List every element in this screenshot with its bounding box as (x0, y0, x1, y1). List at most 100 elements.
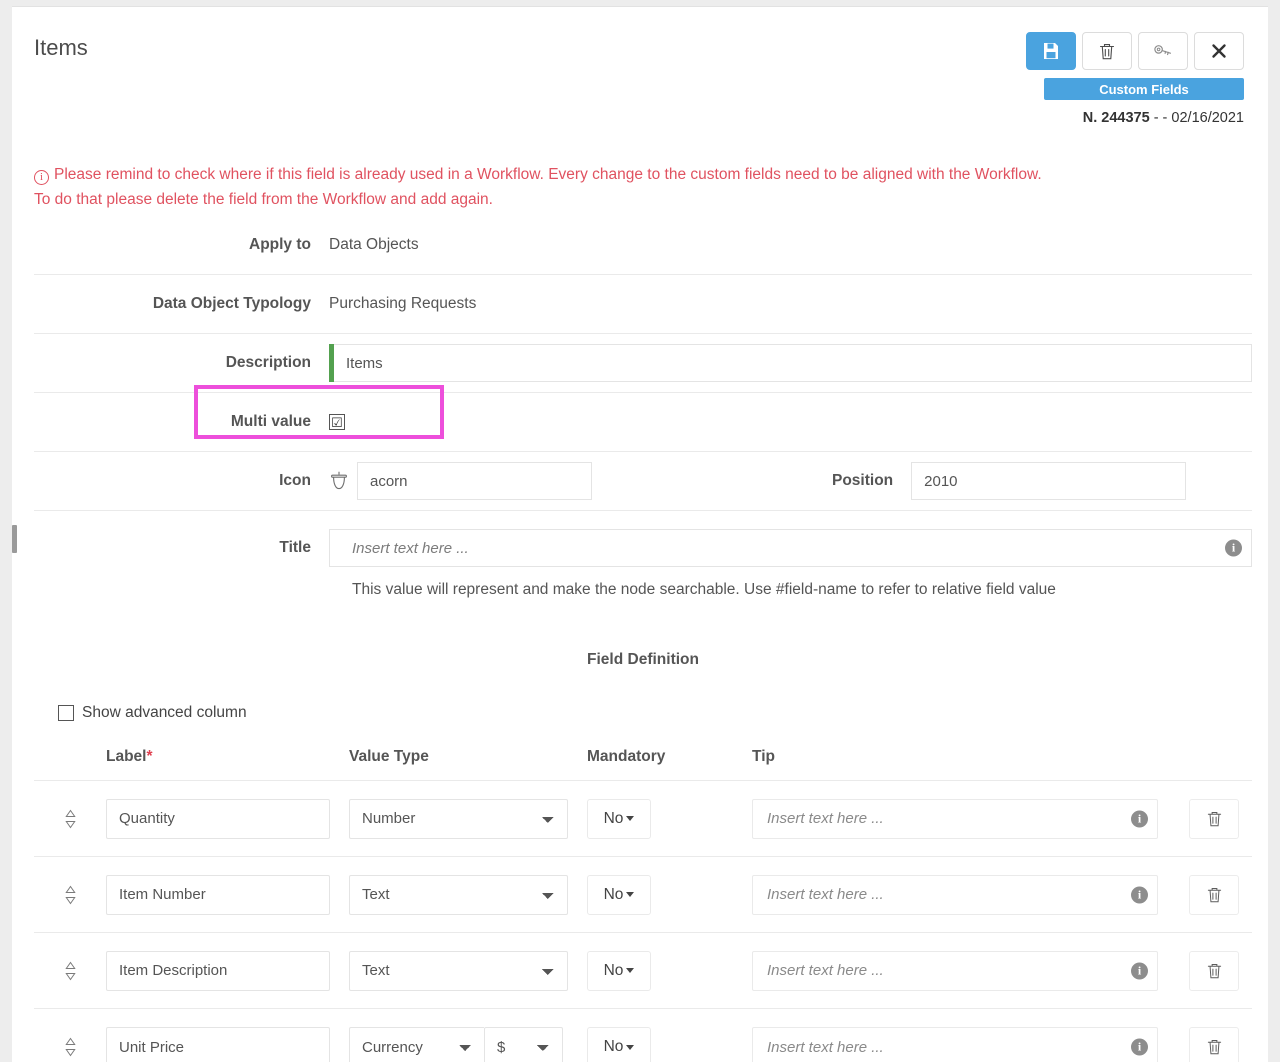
close-icon (1211, 43, 1227, 59)
row-tip-input[interactable] (752, 799, 1158, 839)
apply-to-label: Apply to (34, 236, 329, 254)
workflow-warning: iPlease remind to check where if this fi… (34, 162, 1252, 212)
panel-resize-handle[interactable] (12, 525, 17, 553)
title-input[interactable] (329, 529, 1252, 567)
typology-label: Data Object Typology (34, 295, 329, 313)
row-tip-input[interactable] (752, 1027, 1158, 1062)
floppy-disk-icon (1042, 42, 1060, 60)
show-advanced-column-toggle[interactable]: Show advanced column (58, 704, 1252, 722)
row-delete-button[interactable] (1189, 799, 1239, 839)
row-drag-handle[interactable] (34, 960, 106, 982)
col-value-type-header: Value Type (349, 748, 587, 766)
row-currency-select[interactable]: $ (484, 1027, 563, 1062)
row-delete-button[interactable] (1189, 951, 1239, 991)
table-row: Currency $ No i (34, 1009, 1252, 1062)
info-circle-icon: i (34, 170, 49, 185)
field-definition-table: Label* Value Type Mandatory Tip Number N… (34, 748, 1252, 1062)
row-tip-input[interactable] (752, 951, 1158, 991)
row-delete-cell (1176, 1027, 1252, 1062)
row-value-type-select[interactable]: Number (349, 799, 568, 839)
position-label: Position (832, 472, 893, 490)
row-value-type-cell: Text (349, 951, 587, 991)
row-delete-cell (1176, 875, 1252, 915)
row-delete-button[interactable] (1189, 1027, 1239, 1062)
row-label-cell (106, 1027, 349, 1062)
row-mandatory-dropdown[interactable]: No (587, 951, 651, 991)
row-tip-info-icon[interactable]: i (1131, 962, 1148, 979)
icon-input[interactable] (357, 462, 592, 500)
row-mandatory-cell: No (587, 799, 752, 839)
chevron-down-icon (626, 1045, 634, 1050)
row-tip-info-icon[interactable]: i (1131, 1039, 1148, 1056)
trash-icon (1206, 886, 1223, 904)
save-button[interactable] (1026, 32, 1076, 70)
title-help-text: This value will represent and make the n… (34, 567, 1252, 613)
show-advanced-label: Show advanced column (82, 704, 247, 722)
page-title: Items (34, 35, 88, 61)
row-tip-info-icon[interactable]: i (1131, 810, 1148, 827)
row-value-type-select[interactable]: Currency (349, 1027, 484, 1062)
toolbar (1026, 32, 1244, 70)
table-body: Number No i (34, 781, 1252, 1062)
items-custom-field-panel: Items (12, 6, 1268, 1062)
row-tip-input[interactable] (752, 875, 1158, 915)
table-header-row: Label* Value Type Mandatory Tip (34, 748, 1252, 781)
row-mandatory-dropdown[interactable]: No (587, 875, 651, 915)
warning-line-2: To do that please delete the field from … (34, 187, 1252, 212)
row-multi-value: Multi value ☑ (34, 392, 1252, 451)
row-mandatory-cell: No (587, 875, 752, 915)
row-description: Description (34, 333, 1252, 392)
custom-fields-tab[interactable]: Custom Fields (1044, 78, 1244, 100)
row-tip-info-icon[interactable]: i (1131, 886, 1148, 903)
multi-value-checkbox[interactable]: ☑ (329, 414, 345, 430)
trash-icon (1206, 810, 1223, 828)
row-tip-cell: i (752, 799, 1176, 839)
description-field (329, 344, 1252, 382)
description-input[interactable] (334, 344, 1252, 382)
row-drag-handle[interactable] (34, 884, 106, 906)
sort-updown-icon (63, 1036, 78, 1058)
title-field: i (329, 529, 1252, 567)
row-tip-cell: i (752, 1027, 1176, 1062)
row-mandatory-value: No (604, 810, 624, 828)
row-label-cell (106, 799, 349, 839)
close-button[interactable] (1194, 32, 1244, 70)
show-advanced-checkbox[interactable] (58, 705, 74, 721)
col-tip-header: Tip (752, 748, 1176, 766)
row-mandatory-value: No (604, 886, 624, 904)
row-value-type-cell: Text (349, 875, 587, 915)
row-tip-cell: i (752, 875, 1176, 915)
required-asterisk: * (146, 748, 152, 765)
row-tip-cell: i (752, 951, 1176, 991)
row-label-input[interactable] (106, 951, 330, 991)
title-label: Title (34, 539, 329, 557)
row-delete-button[interactable] (1189, 875, 1239, 915)
row-drag-handle[interactable] (34, 808, 106, 830)
row-label-input[interactable] (106, 799, 330, 839)
delete-button[interactable] (1082, 32, 1132, 70)
record-info: N. 244375 - - 02/16/2021 (1083, 110, 1244, 126)
field-form: Apply to Data Objects Data Object Typolo… (34, 215, 1252, 1062)
chevron-down-icon (626, 816, 634, 821)
row-mandatory-dropdown[interactable]: No (587, 799, 651, 839)
apply-to-value: Data Objects (329, 236, 419, 254)
row-drag-handle[interactable] (34, 1036, 106, 1058)
key-button[interactable] (1138, 32, 1188, 70)
row-value-type-select[interactable]: Text (349, 951, 568, 991)
row-label-input[interactable] (106, 1027, 330, 1062)
panel-header: Items (12, 7, 1268, 125)
record-number: N. 244375 (1083, 110, 1150, 126)
row-mandatory-cell: No (587, 1027, 752, 1062)
position-input[interactable] (911, 462, 1186, 500)
chevron-down-icon (626, 892, 634, 897)
row-mandatory-value: No (604, 1038, 624, 1056)
sort-updown-icon (63, 960, 78, 982)
row-value-type-select[interactable]: Text (349, 875, 568, 915)
row-label-input[interactable] (106, 875, 330, 915)
row-value-type-cell: Number (349, 799, 587, 839)
row-mandatory-dropdown[interactable]: No (587, 1027, 651, 1062)
table-row: Text No i (34, 933, 1252, 1009)
row-data-object-typology: Data Object Typology Purchasing Requests (34, 274, 1252, 333)
title-info-icon[interactable]: i (1225, 540, 1242, 557)
multi-value-label: Multi value (34, 413, 329, 431)
